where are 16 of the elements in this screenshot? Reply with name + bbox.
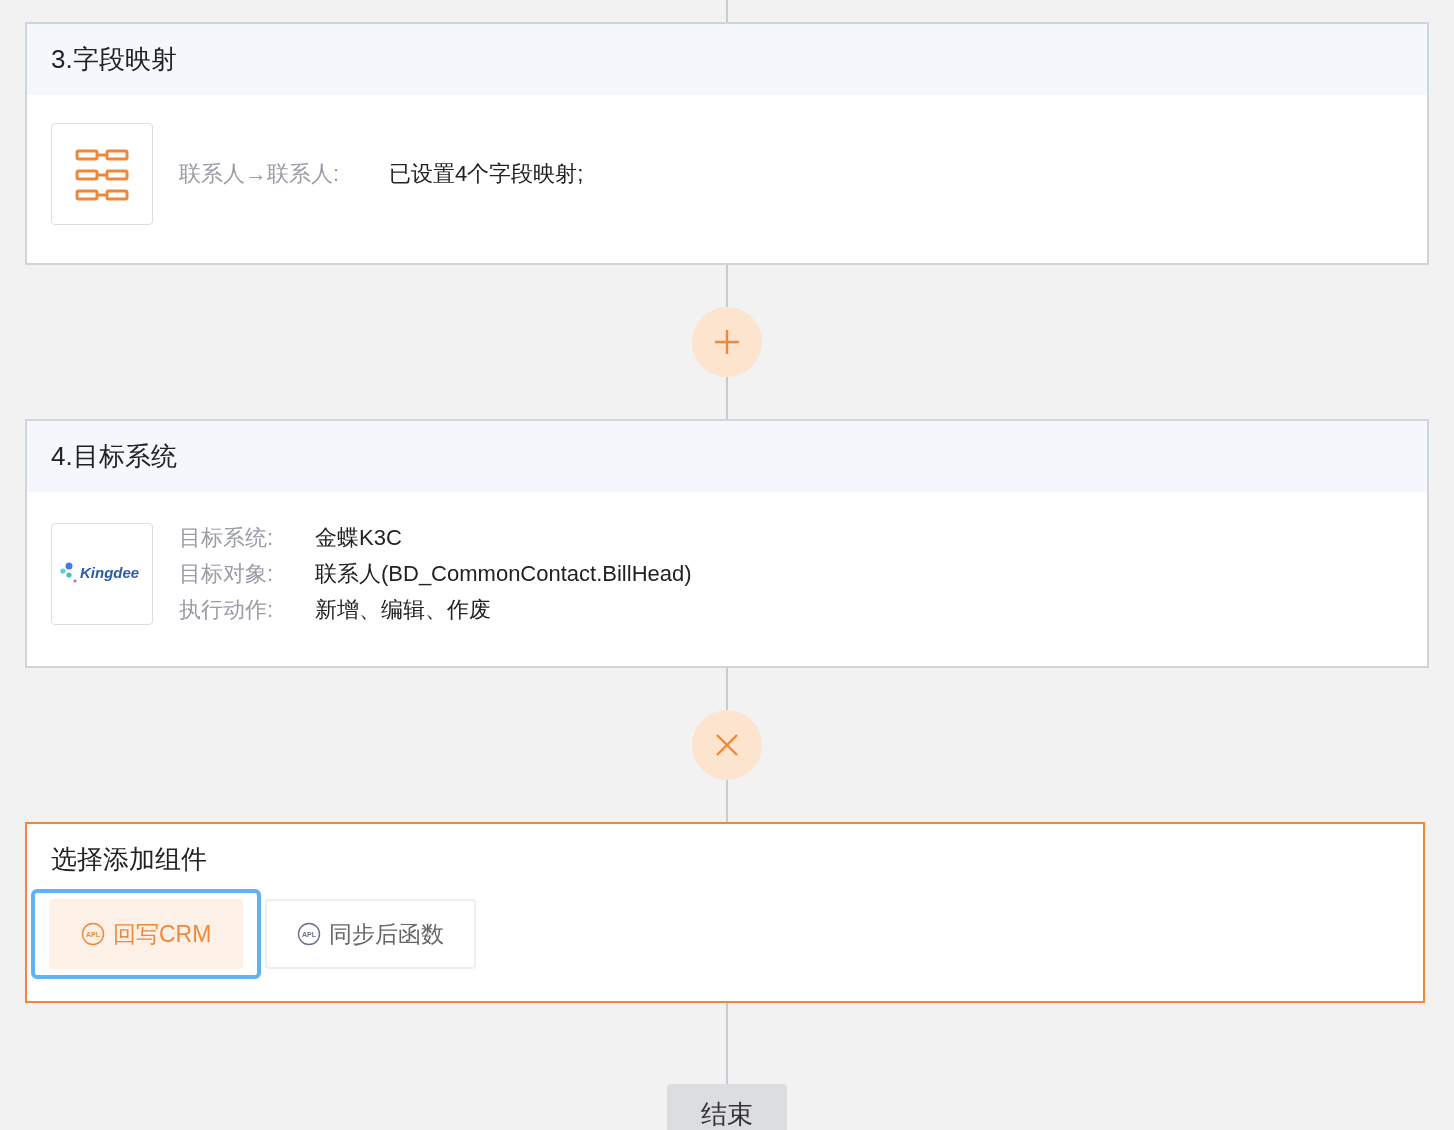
field-mapping-icon — [75, 147, 129, 201]
plus-icon — [714, 329, 740, 355]
field-label: 执行动作: — [179, 596, 275, 624]
kingdee-logo: Kingdee — [59, 559, 145, 589]
field-label: 联系人→联系人: — [179, 160, 341, 188]
field-value: 联系人(BD_CommonContact.BillHead) — [315, 560, 692, 588]
card-title: 4.目标系统 — [51, 440, 177, 473]
field-value: 已设置4个字段映射; — [389, 160, 584, 188]
close-icon — [715, 733, 739, 757]
field-value: 金蝶K3C — [315, 524, 402, 552]
field-value: 新增、编辑、作废 — [315, 596, 491, 624]
end-button[interactable]: 结束 — [667, 1084, 787, 1130]
field-label: 目标对象: — [179, 560, 275, 588]
picker-title: 选择添加组件 — [51, 843, 208, 876]
card-title: 3.字段映射 — [51, 43, 177, 76]
field-label: 目标系统: — [179, 524, 275, 552]
